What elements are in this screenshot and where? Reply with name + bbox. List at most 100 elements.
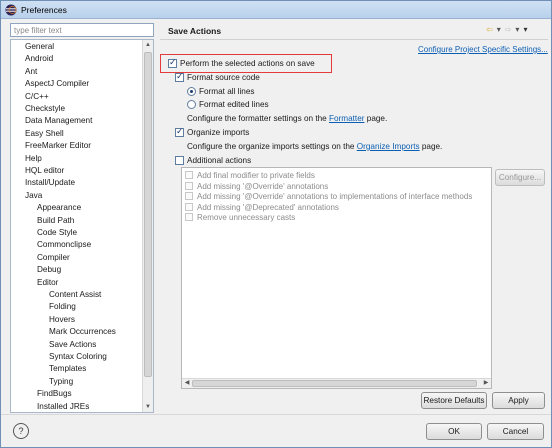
tree-item[interactable]: Editor bbox=[37, 277, 58, 289]
organize-imports-checkbox[interactable]: Organize imports bbox=[175, 126, 250, 137]
tree-item[interactable]: FindBugs bbox=[37, 388, 72, 400]
format-all-lines-label: Format all lines bbox=[199, 87, 255, 96]
history-nav: ⇦ ▾ ⇨ ▾ ▾ bbox=[486, 25, 527, 34]
radio-selected-icon bbox=[187, 87, 196, 96]
scroll-left-icon[interactable]: ◀ bbox=[182, 379, 192, 388]
tree-item[interactable]: Syntax Coloring bbox=[49, 351, 107, 363]
action-label: Add missing '@Deprecated' annotations bbox=[197, 202, 339, 212]
formatter-link[interactable]: Formatter bbox=[329, 114, 365, 123]
tree-item[interactable]: HQL editor bbox=[25, 165, 64, 177]
checkbox-disabled-icon bbox=[185, 171, 193, 179]
cancel-button[interactable]: Cancel bbox=[487, 423, 544, 440]
tree-item[interactable]: Android bbox=[25, 53, 53, 65]
tree-item[interactable]: Ant bbox=[25, 66, 37, 78]
tree-item[interactable]: Java bbox=[25, 190, 42, 202]
tree-item[interactable]: Appearance bbox=[37, 202, 81, 214]
additional-actions-list: Add final modifier to private fields Add … bbox=[181, 167, 492, 389]
tree-item[interactable]: General bbox=[25, 41, 54, 53]
forward-icon[interactable]: ⇨ bbox=[505, 25, 512, 34]
tree-item[interactable]: Install/Update bbox=[25, 177, 75, 189]
tree-item[interactable]: Content Assist bbox=[49, 289, 101, 301]
checkbox-disabled-icon bbox=[185, 181, 193, 190]
perform-actions-label: Perform the selected actions on save bbox=[180, 59, 315, 68]
action-label: Add missing '@Override' annotations bbox=[197, 181, 329, 191]
scroll-up-icon[interactable]: ▲ bbox=[143, 40, 153, 50]
action-label: Add missing '@Override' annotations to i… bbox=[197, 192, 473, 201]
checkbox-disabled-icon bbox=[185, 213, 193, 221]
filter-input[interactable] bbox=[10, 23, 154, 37]
perform-actions-checkbox[interactable]: Perform the selected actions on save bbox=[168, 57, 315, 68]
tree-item[interactable]: Installed JREs bbox=[37, 401, 89, 412]
window-title: Preferences bbox=[21, 4, 67, 15]
preference-tree: General Android Ant AspectJ Compiler C/C++ Ch… bbox=[10, 39, 154, 413]
format-source-label: Format source code bbox=[187, 73, 260, 82]
configure-button[interactable]: Configure... bbox=[495, 169, 545, 186]
format-edited-lines-label: Format edited lines bbox=[199, 100, 269, 109]
configure-project-settings-link[interactable]: Configure Project Specific Settings... bbox=[418, 45, 548, 54]
organize-hint-suffix: page. bbox=[419, 142, 443, 151]
checkbox-unchecked-icon bbox=[175, 156, 184, 165]
action-label: Add final modifier to private fields bbox=[197, 171, 315, 180]
ok-button[interactable]: OK bbox=[426, 423, 482, 440]
action-label: Remove unnecessary casts bbox=[197, 213, 296, 222]
formatter-hint-suffix: page. bbox=[364, 114, 388, 123]
radio-unselected-icon bbox=[187, 100, 196, 109]
restore-defaults-button[interactable]: Restore Defaults bbox=[421, 392, 487, 409]
help-icon[interactable]: ? bbox=[13, 423, 29, 439]
hscroll-thumb[interactable] bbox=[192, 380, 477, 387]
tree-item[interactable]: FreeMarker Editor bbox=[25, 140, 91, 152]
preferences-window: Preferences GeneralAndroidAntAspectJ Com… bbox=[0, 0, 552, 448]
organize-hint-text: Configure the organize imports settings … bbox=[187, 142, 357, 151]
tree-item[interactable]: C/C++ bbox=[25, 91, 49, 103]
view-menu-icon[interactable]: ▾ bbox=[523, 25, 527, 34]
tree-item[interactable]: Compiler bbox=[37, 252, 70, 264]
format-all-lines-radio[interactable]: Format all lines bbox=[187, 87, 255, 96]
tree-item[interactable]: Hovers bbox=[49, 314, 75, 326]
tree-item[interactable]: Help bbox=[25, 153, 42, 165]
checkbox-checked-icon bbox=[175, 71, 184, 82]
tree-item[interactable]: Checkstyle bbox=[25, 103, 65, 115]
format-source-checkbox[interactable]: Format source code bbox=[175, 71, 260, 82]
tree-scrollbar[interactable]: ▲ ▼ bbox=[142, 40, 153, 412]
action-list-item[interactable]: Add missing '@Override' annotations to i… bbox=[185, 192, 472, 202]
action-list-item[interactable]: Add final modifier to private fields bbox=[185, 171, 315, 181]
back-dropdown-icon[interactable]: ▾ bbox=[497, 25, 501, 34]
organize-imports-hint: Configure the organize imports settings … bbox=[187, 142, 442, 151]
scroll-right-icon[interactable]: ▶ bbox=[481, 379, 491, 388]
title-bar: Preferences bbox=[1, 1, 551, 19]
action-list-item[interactable]: Add missing '@Override' annotations bbox=[185, 181, 329, 192]
action-list-item[interactable]: Add missing '@Deprecated' annotations bbox=[185, 202, 339, 213]
apply-button[interactable]: Apply bbox=[492, 392, 545, 409]
forward-dropdown-icon[interactable]: ▾ bbox=[515, 25, 519, 34]
additional-actions-label: Additional actions bbox=[187, 156, 252, 165]
tree-item[interactable]: AspectJ Compiler bbox=[25, 78, 89, 90]
tree-item[interactable]: Build Path bbox=[37, 215, 74, 227]
tree-item[interactable]: Folding bbox=[49, 301, 76, 313]
additional-actions-checkbox[interactable]: Additional actions bbox=[175, 156, 251, 165]
tree-item[interactable]: Easy Shell bbox=[25, 128, 64, 140]
organize-imports-link[interactable]: Organize Imports bbox=[357, 142, 420, 151]
actions-hscrollbar[interactable]: ◀ ▶ bbox=[182, 378, 491, 388]
scroll-thumb[interactable] bbox=[144, 52, 152, 377]
tree-item[interactable]: Typing bbox=[49, 376, 73, 388]
tree-item[interactable]: Save Actions bbox=[49, 339, 96, 351]
page-title: Save Actions bbox=[168, 26, 222, 36]
bottom-separator bbox=[1, 414, 551, 415]
formatter-hint-text: Configure the formatter settings on the bbox=[187, 114, 329, 123]
tree-item[interactable]: Code Style bbox=[37, 227, 77, 239]
checkbox-checked-icon bbox=[168, 57, 177, 68]
scroll-down-icon[interactable]: ▼ bbox=[143, 402, 153, 412]
format-edited-lines-radio[interactable]: Format edited lines bbox=[187, 100, 269, 109]
back-icon[interactable]: ⇦ bbox=[486, 25, 493, 34]
tree-item[interactable]: Data Management bbox=[25, 115, 92, 127]
action-list-item[interactable]: Remove unnecessary casts bbox=[185, 213, 295, 223]
tree-item[interactable]: Commonclipse bbox=[37, 239, 91, 251]
tree-item[interactable]: Debug bbox=[37, 264, 61, 276]
formatter-hint: Configure the formatter settings on the … bbox=[187, 114, 387, 123]
tree-item[interactable]: Mark Occurrences bbox=[49, 326, 116, 338]
checkbox-checked-icon bbox=[175, 126, 184, 137]
organize-imports-label: Organize imports bbox=[187, 128, 250, 137]
tree-item[interactable]: Templates bbox=[49, 363, 86, 375]
header-separator bbox=[160, 39, 548, 40]
eclipse-icon bbox=[5, 4, 17, 15]
